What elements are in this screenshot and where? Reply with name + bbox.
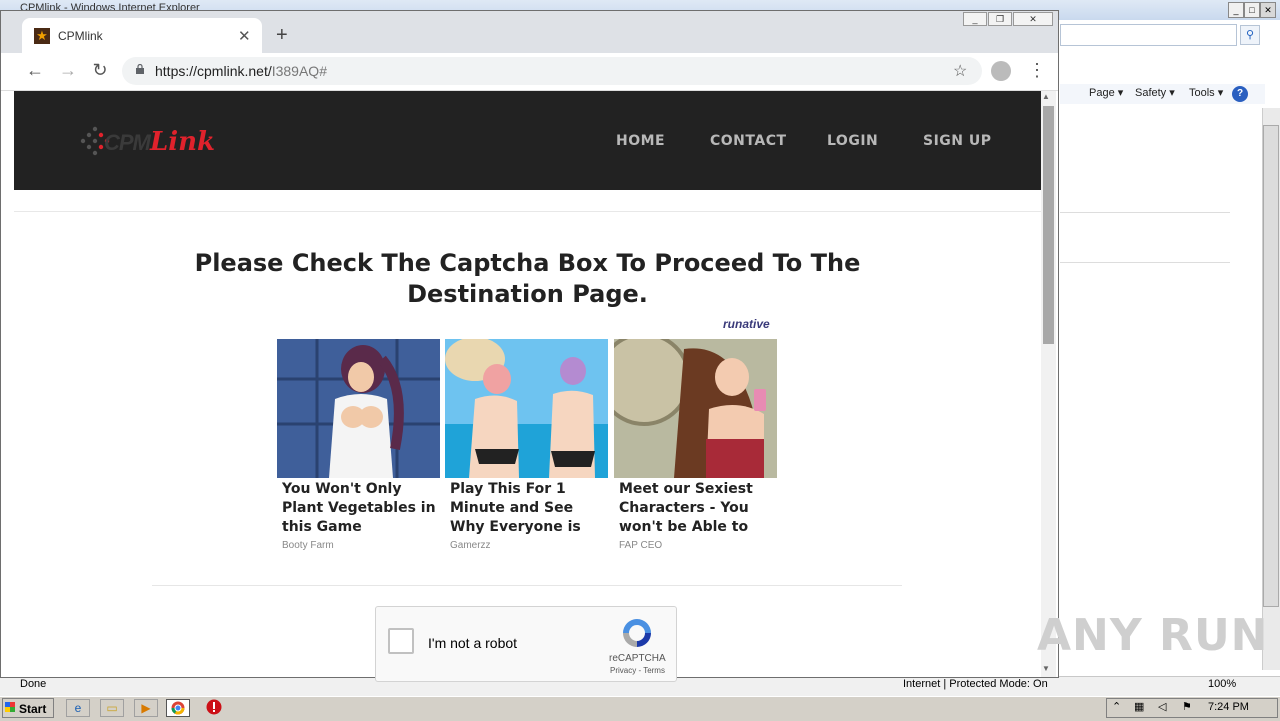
profile-avatar-icon[interactable]	[991, 61, 1011, 81]
page-headline: Please Check The Captcha Box To Proceed …	[194, 249, 861, 308]
logo-word-cpm: CPM	[104, 130, 151, 155]
taskbar	[0, 696, 1280, 721]
ad-thumbnail[interactable]	[445, 339, 608, 478]
ad-source: FAP CEO	[619, 540, 663, 551]
ie-menu-page[interactable]: Page ▾	[1089, 86, 1123, 99]
chrome-restore-button[interactable]: ❐	[988, 12, 1012, 26]
media-player-taskbar-icon[interactable]: ▶	[134, 699, 158, 717]
tab-title: CPMlink	[58, 29, 103, 43]
opera-taskbar-icon[interactable]	[202, 699, 226, 717]
ad-network-label[interactable]: runative	[723, 317, 770, 331]
ad-thumbnail[interactable]	[277, 339, 440, 478]
ad-title[interactable]: Meet our Sexiest Characters - You won't …	[619, 480, 777, 537]
ie-help-icon[interactable]: ?	[1232, 86, 1248, 102]
ie-search-icon[interactable]: ⚲	[1240, 25, 1260, 45]
header-divider	[14, 211, 1041, 212]
nav-signup-link[interactable]: SIGN UP	[923, 133, 992, 149]
nav-login-link[interactable]: LOGIN	[827, 133, 878, 149]
folder-taskbar-icon[interactable]: ▭	[100, 699, 124, 717]
url-host: https://cpmlink.net/	[155, 63, 272, 79]
content-divider	[152, 585, 902, 586]
ie-content-divider	[1060, 262, 1230, 263]
chrome-minimize-button[interactable]: _	[963, 12, 987, 26]
volume-icon[interactable]: ◁	[1158, 700, 1166, 713]
ad-thumbnail[interactable]	[614, 339, 777, 478]
nav-home-link[interactable]: HOME	[616, 133, 665, 149]
system-tray	[1106, 698, 1278, 718]
logo-word-link: Link	[150, 127, 216, 157]
ie-content-divider	[1060, 212, 1230, 213]
recaptcha-logo-icon	[623, 619, 651, 647]
scroll-up-icon[interactable]: ▲	[1042, 92, 1050, 101]
nav-contact-link[interactable]: CONTACT	[710, 133, 787, 149]
ad-title[interactable]: Play This For 1 Minute and See Why Every…	[450, 480, 608, 537]
new-tab-icon[interactable]: +	[276, 24, 288, 47]
captcha-checkbox[interactable]	[388, 628, 414, 654]
ie-close-button[interactable]: ✕	[1260, 2, 1276, 18]
ad-source: Gamerzz	[450, 540, 491, 551]
ad-title[interactable]: You Won't Only Plant Vegetables in this …	[282, 480, 440, 537]
ad-source: Booty Farm	[282, 540, 334, 551]
lock-icon[interactable]	[135, 64, 145, 74]
url-path: I389AQ#	[271, 63, 327, 79]
captcha-label: I'm not a robot	[428, 635, 518, 651]
ie-status-zone: Internet | Protected Mode: On	[903, 678, 1048, 690]
reload-icon[interactable]: ↻	[89, 60, 111, 81]
ie-taskbar-icon[interactable]: e	[66, 699, 90, 717]
tab-close-icon[interactable]: ✕	[238, 27, 251, 45]
ie-zoom-level[interactable]: 100%	[1208, 678, 1236, 690]
tray-clock[interactable]: 7:24 PM	[1208, 701, 1249, 713]
recaptcha-privacy-terms-links[interactable]: Privacy - Terms	[610, 666, 665, 675]
url-text[interactable]: https://cpmlink.net/I389AQ#	[155, 63, 327, 79]
tray-arrow-icon[interactable]: ⌃	[1112, 700, 1121, 713]
ie-minimize-button[interactable]: _	[1228, 2, 1244, 18]
windows-logo-icon	[5, 702, 15, 712]
flag-icon[interactable]: ⚑	[1182, 700, 1192, 713]
scroll-down-icon[interactable]: ▼	[1042, 664, 1050, 673]
back-icon[interactable]: ←	[24, 60, 46, 81]
ie-menu-safety[interactable]: Safety ▾	[1135, 86, 1175, 99]
ie-scrollbar-thumb[interactable]	[1263, 125, 1279, 607]
bookmark-star-icon[interactable]: ☆	[953, 61, 967, 81]
cpmlink-favicon-icon: ★	[34, 28, 50, 44]
ie-address-input[interactable]	[1060, 24, 1237, 46]
ie-menu-tools[interactable]: Tools ▾	[1189, 86, 1223, 99]
anyrun-watermark: ANY RUN	[1037, 610, 1269, 661]
chrome-taskbar-icon[interactable]	[166, 699, 190, 717]
chrome-close-button[interactable]: ✕	[1013, 12, 1053, 26]
recaptcha-brand: reCAPTCHA	[609, 653, 666, 664]
forward-icon[interactable]: →	[57, 60, 79, 81]
network-icon[interactable]: ▦	[1134, 700, 1144, 713]
chrome-menu-icon[interactable]: ⋮	[1028, 60, 1046, 81]
ie-maximize-button[interactable]: □	[1244, 2, 1260, 18]
page-scrollbar-thumb[interactable]	[1043, 106, 1054, 344]
ie-status-text: Done	[20, 678, 47, 690]
